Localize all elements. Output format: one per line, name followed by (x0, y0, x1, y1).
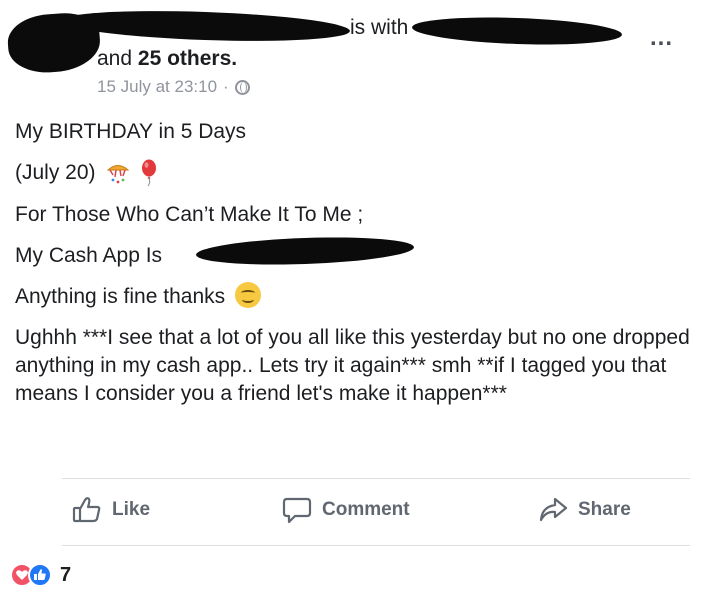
reactions-summary[interactable]: 7 (10, 563, 71, 587)
divider-top (62, 478, 690, 479)
post-meta: 15 July at 23:10 · (97, 77, 250, 97)
confetti-emoji-icon (105, 161, 131, 185)
post-line-1: My BIRTHDAY in 5 Days (15, 120, 247, 143)
more-options-button[interactable]: ... (650, 24, 673, 52)
comment-button[interactable]: Comment (282, 496, 410, 524)
post-paragraph: Ughhh ***I see that a lot of you all lik… (15, 326, 690, 405)
others-count-link[interactable]: 25 others. (138, 47, 237, 70)
post-line-2: (July 20) (15, 159, 695, 187)
meta-separator: · (223, 77, 229, 96)
share-label: Share (578, 499, 631, 520)
redacted-tagged-scribble (411, 14, 623, 48)
post-line-3: For Those Who Can’t Make It To Me ; (15, 203, 364, 226)
redacted-name-scribble (59, 6, 351, 46)
comment-label: Comment (322, 499, 410, 520)
divider-bottom (62, 545, 690, 546)
redacted-avatar-scribble (6, 10, 102, 76)
post-line-2-text: (July 20) (15, 161, 96, 184)
facebook-post: is with and 25 others. 15 July at 23:10 … (0, 0, 702, 600)
thumbs-up-icon (72, 496, 102, 524)
tagged-others[interactable]: and 25 others. (97, 47, 237, 71)
like-button[interactable]: Like (72, 496, 150, 524)
is-with-text: is with (350, 16, 409, 39)
and-text: and (97, 47, 133, 70)
like-reaction-icon (28, 563, 52, 587)
timestamp-link[interactable]: 15 July at 23:10 (97, 77, 217, 97)
comment-bubble-icon (282, 496, 312, 524)
globe-icon[interactable] (234, 79, 250, 95)
balloon-emoji-icon (139, 159, 159, 187)
post-line-5-text: Anything is fine thanks (15, 285, 226, 308)
share-arrow-icon (538, 496, 568, 524)
reaction-count: 7 (60, 563, 72, 586)
share-button[interactable]: Share (538, 496, 631, 524)
post-line-5: Anything is fine thanks (15, 282, 695, 310)
smiling-face-emoji-icon (234, 282, 261, 309)
like-label: Like (112, 499, 151, 520)
